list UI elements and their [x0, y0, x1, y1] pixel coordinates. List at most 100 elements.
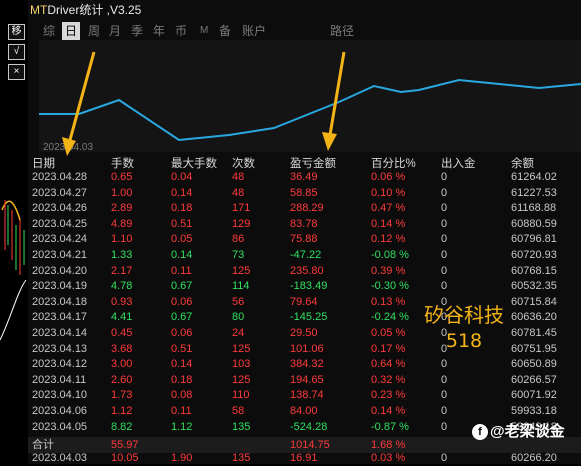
table-row[interactable]: 2023.04.20 2.17 0.11 125 235.80 0.39 % 0 60768.… — [28, 264, 581, 280]
cell-pct: 0.47 % — [371, 202, 406, 215]
cell-count: 125 — [232, 264, 251, 277]
col-count[interactable]: 次数 — [232, 155, 255, 171]
total-lots: 55.97 — [111, 439, 139, 451]
cell-lots: 2.60 — [111, 373, 133, 386]
tab-magic[interactable]: M — [200, 22, 208, 40]
table-row[interactable]: 2023.04.11 2.60 0.18 125 194.65 0.32 % 0 60266.… — [28, 373, 581, 389]
cell-pct: -0.08 % — [371, 249, 409, 261]
cell-balance: 60720.93 — [511, 249, 557, 261]
cell-maxlots: 0.14 — [171, 358, 193, 371]
cell-deposit: 0 — [441, 420, 448, 433]
cell-lots: 4.78 — [111, 280, 133, 293]
table-row[interactable]: 2023.04.19 4.78 0.67 114 -183.49 -0.30 % 0 6053… — [28, 279, 581, 295]
cell-maxlots: 0.67 — [171, 311, 193, 324]
cell-balance: 60636.20 — [511, 311, 557, 324]
cell-balance: 60796.81 — [511, 233, 557, 246]
cell-lots: 0.93 — [111, 295, 133, 308]
cell-balance: 61227.53 — [511, 186, 557, 199]
cell-pct: 0.05 % — [371, 327, 406, 339]
cell-balance: 60532.35 — [511, 280, 557, 293]
close-button[interactable]: × — [8, 64, 25, 80]
cell-lots: 4.89 — [111, 217, 133, 230]
overlay-caption: 矽谷科技 518 — [424, 302, 504, 354]
terminal-left-strip: 移 √ × — [0, 0, 28, 464]
cell-deposit: 0 — [441, 405, 448, 417]
col-percent[interactable]: 百分比% — [371, 155, 416, 171]
tab-overview[interactable]: 综 — [43, 22, 55, 40]
cell-pct: 0.14 % — [371, 405, 406, 417]
tab-path[interactable]: 路径 — [330, 22, 354, 40]
cell-count: 103 — [232, 358, 251, 371]
col-profit[interactable]: 盈亏金额 — [290, 155, 336, 171]
col-max-lots[interactable]: 最大手数 — [171, 155, 217, 171]
cell-date: 2023.04.24 — [32, 233, 88, 246]
table-row[interactable]: 2023.04.12 3.00 0.14 103 384.32 0.64 % 0 60650.… — [28, 357, 581, 373]
cell-profit: -47.22 — [290, 249, 322, 261]
table-row[interactable]: 2023.04.26 2.89 0.18 171 288.29 0.47 % 0 61168.… — [28, 201, 581, 217]
tab-week[interactable]: 周 — [88, 22, 100, 40]
cell-pct: 0.06 % — [371, 171, 406, 183]
cell-date: 2023.04.14 — [32, 327, 88, 339]
table-row[interactable]: 2023.04.06 1.12 0.11 58 84.00 0.14 % 0 59933.18 — [28, 404, 581, 420]
cell-count: 24 — [232, 327, 245, 339]
table-row[interactable]: 2023.04.24 1.10 0.05 86 75.88 0.12 % 0 60796.81 — [28, 232, 581, 248]
cell-lots: 2.17 — [111, 264, 133, 277]
tab-note[interactable]: 备 — [219, 22, 231, 40]
cell-balance: 60650.89 — [511, 358, 557, 371]
cell-lots: 8.82 — [111, 420, 133, 433]
cell-count: 125 — [232, 373, 251, 386]
cell-date: 2023.04.11 — [32, 373, 87, 386]
cell-profit: 235.80 — [290, 264, 324, 277]
cell-maxlots: 0.18 — [171, 202, 193, 215]
cell-pct: 0.12 % — [371, 233, 406, 246]
cell-maxlots: 0.08 — [171, 389, 193, 402]
cell-deposit: 0 — [441, 202, 448, 215]
col-deposit[interactable]: 出入金 — [441, 155, 476, 171]
cell-pct: -0.87 % — [371, 420, 409, 433]
cell-balance: 60715.84 — [511, 295, 557, 308]
check-button[interactable]: √ — [8, 44, 25, 60]
tab-day[interactable]: 日 — [62, 22, 81, 40]
cell-pct: 0.32 % — [371, 373, 406, 386]
cell-balance: 60781.45 — [511, 327, 557, 339]
table-row[interactable]: 2023.04.28 0.65 0.04 48 36.49 0.06 % 0 61264.02 — [28, 170, 581, 186]
cell-profit: 138.74 — [290, 389, 324, 402]
cell-date: 2023.04.12 — [32, 358, 88, 371]
cell-maxlots: 0.06 — [171, 327, 193, 339]
cell-lots: 0.45 — [111, 327, 133, 339]
col-lots[interactable]: 手数 — [111, 155, 134, 171]
cell-balance: 60266.57 — [511, 373, 557, 386]
cell-date: 2023.04.28 — [32, 171, 88, 183]
tab-account[interactable]: 账户 — [242, 22, 266, 40]
tab-currency[interactable]: 币 — [175, 22, 187, 40]
cell-count: 135 — [232, 420, 251, 433]
move-button[interactable]: 移 — [8, 24, 25, 40]
tab-month[interactable]: 月 — [109, 22, 121, 40]
cell-date: 2023.04.19 — [32, 280, 88, 293]
cell-count: 56 — [232, 295, 245, 308]
title-prefix: MT — [30, 3, 48, 17]
cell-lots: 1.12 — [111, 405, 133, 417]
cell-maxlots: 0.05 — [171, 233, 193, 246]
cell-deposit: 0 — [441, 171, 448, 183]
tab-year[interactable]: 年 — [153, 22, 165, 40]
cell-count: 48 — [232, 186, 245, 199]
table-row[interactable]: 2023.04.27 1.00 0.14 48 58.85 0.10 % 0 61227.53 — [28, 186, 581, 202]
col-balance[interactable]: 余额 — [511, 155, 534, 171]
cell-pct: 0.23 % — [371, 389, 406, 402]
table-row[interactable]: 2023.04.25 4.89 0.51 129 83.78 0.14 % 0 60880.5… — [28, 217, 581, 233]
table-row[interactable]: 2023.04.10 1.73 0.08 110 138.74 0.23 % 0 60071.… — [28, 388, 581, 404]
cell-count: 80 — [232, 311, 245, 324]
cell-date: 2023.04.20 — [32, 264, 88, 277]
cell-count: 58 — [232, 405, 245, 417]
cell-deposit: 0 — [441, 186, 448, 199]
col-date[interactable]: 日期 — [32, 155, 55, 171]
equity-curve-chart: 2023.04.03 — [39, 40, 581, 153]
table-row[interactable]: 2023.04.21 1.33 0.14 73 -47.22 -0.08 % 0 60720.… — [28, 248, 581, 264]
tab-quarter[interactable]: 季 — [131, 22, 143, 40]
cell-lots: 1.73 — [111, 389, 133, 402]
background-candles — [0, 200, 27, 341]
cell-date: 2023.04.13 — [32, 342, 88, 355]
cell-date: 2023.04.18 — [32, 295, 88, 308]
cell-balance: 59933.18 — [511, 405, 557, 417]
